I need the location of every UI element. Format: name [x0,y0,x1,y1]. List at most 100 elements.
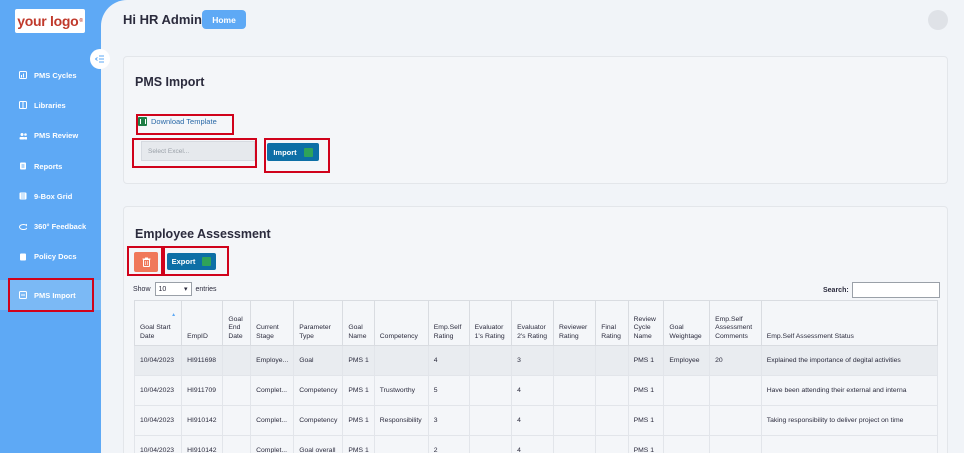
column-header[interactable]: Evaluator 2's Rating [511,300,554,346]
entries-select[interactable]: 10 ▾ [154,282,192,296]
column-header[interactable]: Evaluator 1's Rating [468,300,513,346]
column-header[interactable]: Emp.Self Assessment Status [760,300,938,346]
column-header-label: Goal Start Date [140,324,171,340]
table-cell [595,375,629,406]
table-cell: Complet... [250,375,295,406]
table-cell [709,405,762,436]
column-header-label: Review Cycle Name [633,315,656,340]
table-cell: PMS 1 [627,405,665,436]
column-header[interactable]: Goal Name [342,300,375,346]
avatar[interactable] [928,10,948,30]
table-cell: PMS 1 [627,375,665,406]
column-header[interactable]: Current Stage [250,300,295,346]
sidebar-item-label: Libraries [34,100,66,110]
column-header-label: Current Stage [256,324,279,340]
sidebar-item-pms-review[interactable]: PMS Review [0,121,101,151]
sidebar-item-policy-docs[interactable]: Policy Docs [0,242,101,272]
column-header[interactable]: Final Rating [595,300,629,346]
column-header[interactable]: Competency [373,300,429,346]
column-header[interactable]: Parameter Type [293,300,344,346]
column-header-label: EmpID [187,332,208,340]
logo-mark: ® [79,18,83,24]
highlight-box-download [136,114,234,135]
table-cell [760,435,938,453]
column-header[interactable]: Goal Weightage [663,300,711,346]
chevron-down-icon: ▾ [184,286,188,293]
assessment-table-container: Goal Start Date ▲ EmpID Goal End Date Curren… [134,300,938,453]
table-cell: PMS 1 [342,375,375,406]
users-icon [19,132,27,140]
column-header-label: Goal Name [348,324,367,340]
sidebar-item-libraries[interactable]: Libraries [0,90,101,120]
collapse-sidebar-icon[interactable] [90,49,110,69]
column-header[interactable]: Reviewer Rating [552,300,597,346]
table-cell [552,435,597,453]
column-header[interactable]: Review Cycle Name [627,300,665,346]
book-icon [19,101,27,110]
search-input[interactable] [851,282,940,298]
table-row[interactable]: 10/04/2023 HI911709 Complet... Competency PM… [134,375,938,406]
home-button[interactable]: Home [202,10,246,29]
table-cell: Complet... [250,405,295,436]
column-header[interactable]: EmpID [181,300,224,346]
search-label: Search: [823,286,849,294]
highlight-box-delete [127,246,163,276]
column-header[interactable]: Goal Start Date ▲ [134,300,183,346]
table-cell: 10/04/2023 [134,435,183,453]
table-cell: PMS 1 [342,345,375,376]
entries-control: Show 10 ▾ entries [133,282,217,296]
table-cell: Taking responsibility to deliver project… [760,405,938,436]
employee-assessment-title: Employee Assessment [135,227,271,241]
sidebar-item-label: PMS Cycles [34,70,77,80]
column-header-label: Final Rating [601,324,621,340]
table-row[interactable]: 10/04/2023 HI910142 Complet... Competency PM… [134,405,938,436]
sidebar-item-reports[interactable]: Reports [0,151,101,181]
column-header[interactable]: Emp.Self Rating [427,300,470,346]
column-header[interactable]: Goal End Date [222,300,252,346]
column-header-label: Goal Weightage [669,324,702,340]
assessment-table: Goal Start Date ▲ EmpID Goal End Date Curren… [134,300,938,453]
column-header-label: Evaluator 2's Rating [517,324,548,340]
search-control: Search: [823,282,940,298]
column-header[interactable]: Emp.Self Assessment Comments [709,300,762,346]
table-cell [552,405,597,436]
sidebar-item-label: 9-Box Grid [34,191,73,201]
column-header-label: Reviewer Rating [558,324,588,340]
table-cell: Complet... [250,435,295,453]
chart-icon [19,71,27,80]
table-cell: 10/04/2023 [134,375,183,406]
table-row[interactable]: 10/04/2023 HI910142 Complet... Goal overall… [134,435,938,453]
table-cell: 10/04/2023 [134,405,183,436]
grid-icon [19,192,27,200]
table-cell [468,435,513,453]
column-header-label: Evaluator 1's Rating [474,324,505,340]
table-cell [373,345,429,376]
report-icon [19,162,27,170]
table-cell [468,345,513,376]
table-cell [709,435,762,453]
highlight-box-export [163,246,229,276]
table-cell [373,435,429,453]
table-cell: 5 [427,375,470,406]
table-cell: 3 [427,405,470,436]
greeting: Hi HR Admin [123,12,202,27]
table-row[interactable]: 10/04/2023 HI911698 Employe... Goal PMS 143P… [134,345,938,376]
column-header-label: Goal End Date [228,315,243,340]
sidebar-item-360-feedback[interactable]: 360° Feedback [0,211,101,241]
table-cell [222,435,252,453]
table-cell: 4 [427,345,470,376]
table-cell: PMS 1 [342,405,375,436]
sidebar-item-pms-cycles[interactable]: PMS Cycles [0,60,101,90]
sidebar-item-9-box-grid[interactable]: 9-Box Grid [0,181,101,211]
table-cell [663,375,711,406]
column-header-label: Competency [379,332,418,340]
table-cell [709,375,762,406]
highlight-box-import [264,138,330,173]
highlight-box-file-input [132,138,257,168]
table-cell: 4 [511,435,554,453]
table-cell: PMS 1 [627,345,665,376]
table-cell: HI910142 [181,435,224,453]
table-cell [595,405,629,436]
table-cell [468,405,513,436]
table-cell: PMS 1 [627,435,665,453]
